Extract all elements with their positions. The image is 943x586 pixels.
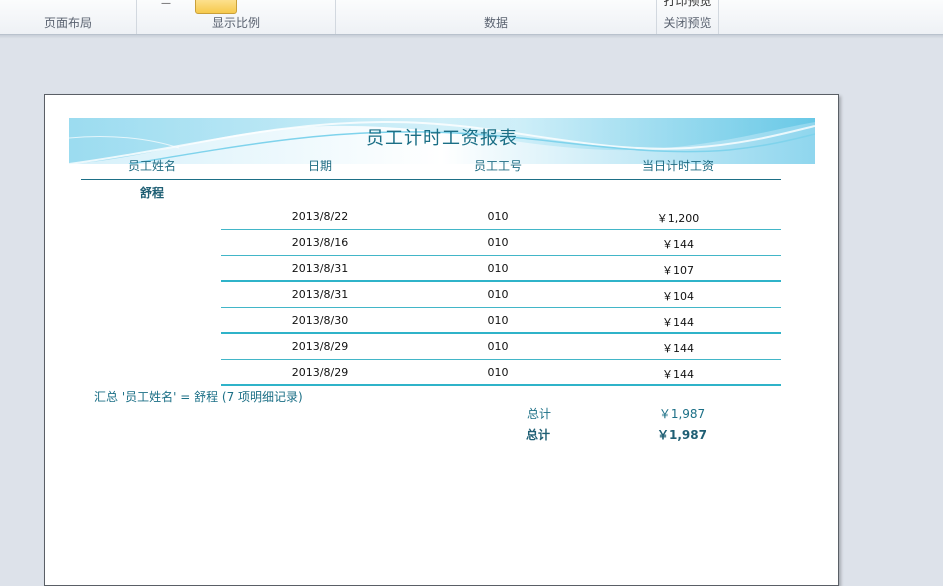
- cell-daily-wage: ￥107: [662, 264, 694, 277]
- ribbon-group-close-preview[interactable]: 打印预览 关闭预览: [657, 0, 719, 34]
- cell-daily-wage: ￥144: [662, 316, 694, 329]
- report-title: 员工计时工资报表: [366, 128, 518, 149]
- cell-date: 2013/8/29: [291, 340, 349, 353]
- ribbon-group-page-layout[interactable]: 页面布局: [0, 0, 137, 34]
- column-header-date: 日期: [307, 159, 333, 173]
- table-row[interactable]: 2013/8/16 010 ￥144: [221, 229, 781, 256]
- cell-daily-wage: ￥144: [662, 342, 694, 355]
- cell-employee-id: 010: [487, 366, 509, 379]
- ribbon-group-label: 数据: [483, 16, 508, 30]
- cell-daily-wage: ￥1,200: [656, 212, 700, 225]
- ribbon-group-label: 关闭预览: [663, 16, 712, 30]
- report-page[interactable]: 员工计时工资报表 员工姓名 日期 员工工号 当日计时工资 舒程 2013/8/2…: [44, 94, 839, 586]
- cell-date: 2013/8/16: [291, 236, 349, 249]
- cell-employee-id: 010: [487, 340, 509, 353]
- table-row[interactable]: 2013/8/29 010 ￥144: [221, 359, 781, 386]
- cell-employee-id: 010: [487, 236, 509, 249]
- cell-employee-id: 010: [487, 210, 509, 223]
- cell-employee-id: 010: [487, 288, 509, 301]
- cell-daily-wage: ￥144: [662, 368, 694, 381]
- zoom-dash-icon: —: [161, 0, 171, 9]
- cell-date: 2013/8/29: [291, 366, 349, 379]
- cell-employee-id: 010: [487, 262, 509, 275]
- table-row[interactable]: 2013/8/29 010 ￥144: [221, 333, 781, 360]
- cell-date: 2013/8/30: [291, 314, 349, 327]
- zoom-icon[interactable]: [195, 0, 237, 14]
- cell-date: 2013/8/22: [291, 210, 349, 223]
- cell-date: 2013/8/31: [291, 262, 349, 275]
- ribbon-divider: [0, 35, 943, 39]
- ribbon-group-data[interactable]: 数据: [336, 0, 657, 34]
- group-employee-name: 舒程: [139, 186, 165, 200]
- group-summary-text: 汇总 '员工姓名' = 舒程 (7 项明细记录): [94, 390, 303, 404]
- cell-daily-wage: ￥104: [662, 290, 694, 303]
- print-preview-button-label[interactable]: 打印预览: [657, 0, 718, 9]
- group-total-value: ￥1,987: [658, 407, 706, 421]
- table-row[interactable]: 2013/8/30 010 ￥144: [221, 307, 781, 334]
- ribbon: 页面布局 — 显示比例 数据 打印预览 关闭预览: [0, 0, 943, 35]
- grand-total-label: 总计: [525, 428, 551, 442]
- column-header-employee-name: 员工姓名: [127, 159, 177, 173]
- cell-date: 2013/8/31: [291, 288, 349, 301]
- column-header-employee-id: 员工工号: [473, 159, 523, 173]
- ribbon-group-label: 页面布局: [43, 16, 92, 30]
- column-header-daily-wage: 当日计时工资: [641, 159, 715, 173]
- table-row[interactable]: 2013/8/22 010 ￥1,200: [221, 203, 781, 230]
- ribbon-group-label: 显示比例: [211, 16, 260, 30]
- ribbon-group-zoom[interactable]: — 显示比例: [137, 0, 336, 34]
- grand-total-value: ￥1,987: [657, 428, 707, 442]
- table-row[interactable]: 2013/8/31 010 ￥104: [221, 281, 781, 308]
- group-total-label: 总计: [526, 407, 552, 421]
- table-row[interactable]: 2013/8/31 010 ￥107: [221, 255, 781, 282]
- cell-employee-id: 010: [487, 314, 509, 327]
- cell-daily-wage: ￥144: [662, 238, 694, 251]
- header-rule: [81, 179, 781, 180]
